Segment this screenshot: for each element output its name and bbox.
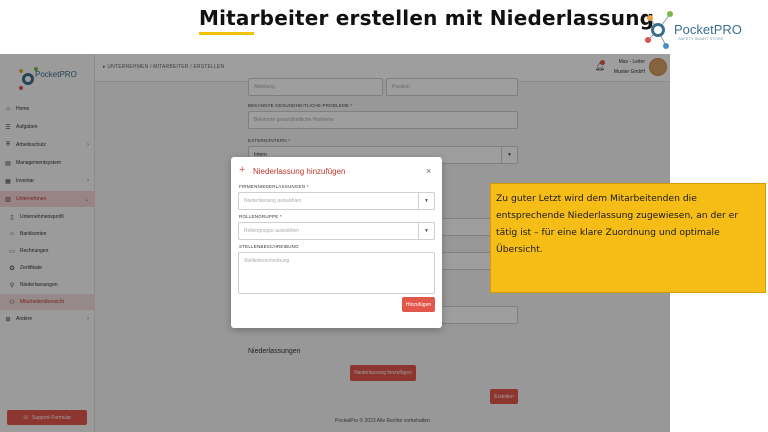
modal-title: Niederlassung hinzufügen: [253, 167, 346, 176]
branch-label: FIRMENNIEDERLASSUNGEN *: [239, 184, 309, 189]
title-underline: [199, 32, 254, 35]
logo-subtext: SAFETY SMART STORE: [678, 36, 724, 41]
dropdown-arrow-icon: ▼: [418, 193, 434, 209]
add-branch-modal: + Niederlassung hinzufügen × FIRMENNIEDE…: [231, 157, 442, 328]
close-icon[interactable]: ×: [426, 166, 431, 176]
slide-title: Mitarbeiter erstellen mit Niederlassung: [199, 6, 655, 30]
description-label: STELLENBESCHREIBUNG: [239, 244, 299, 249]
job-description-textarea[interactable]: Stellenbeschreibung: [238, 252, 435, 294]
explanation-callout: Zu guter Letzt wird dem Mitarbeitenden d…: [490, 183, 766, 293]
branch-select[interactable]: Niederlassung auswählen ▼: [238, 192, 435, 210]
plus-icon: +: [239, 164, 246, 176]
role-label: ROLLENGRUPPE *: [239, 214, 282, 219]
logo-text: PocketPRO: [674, 22, 742, 37]
submit-add-button[interactable]: Hinzufügen: [402, 297, 435, 312]
dropdown-arrow-icon: ▼: [418, 223, 434, 239]
role-group-select[interactable]: Rollengruppe auswählen ▼: [238, 222, 435, 240]
